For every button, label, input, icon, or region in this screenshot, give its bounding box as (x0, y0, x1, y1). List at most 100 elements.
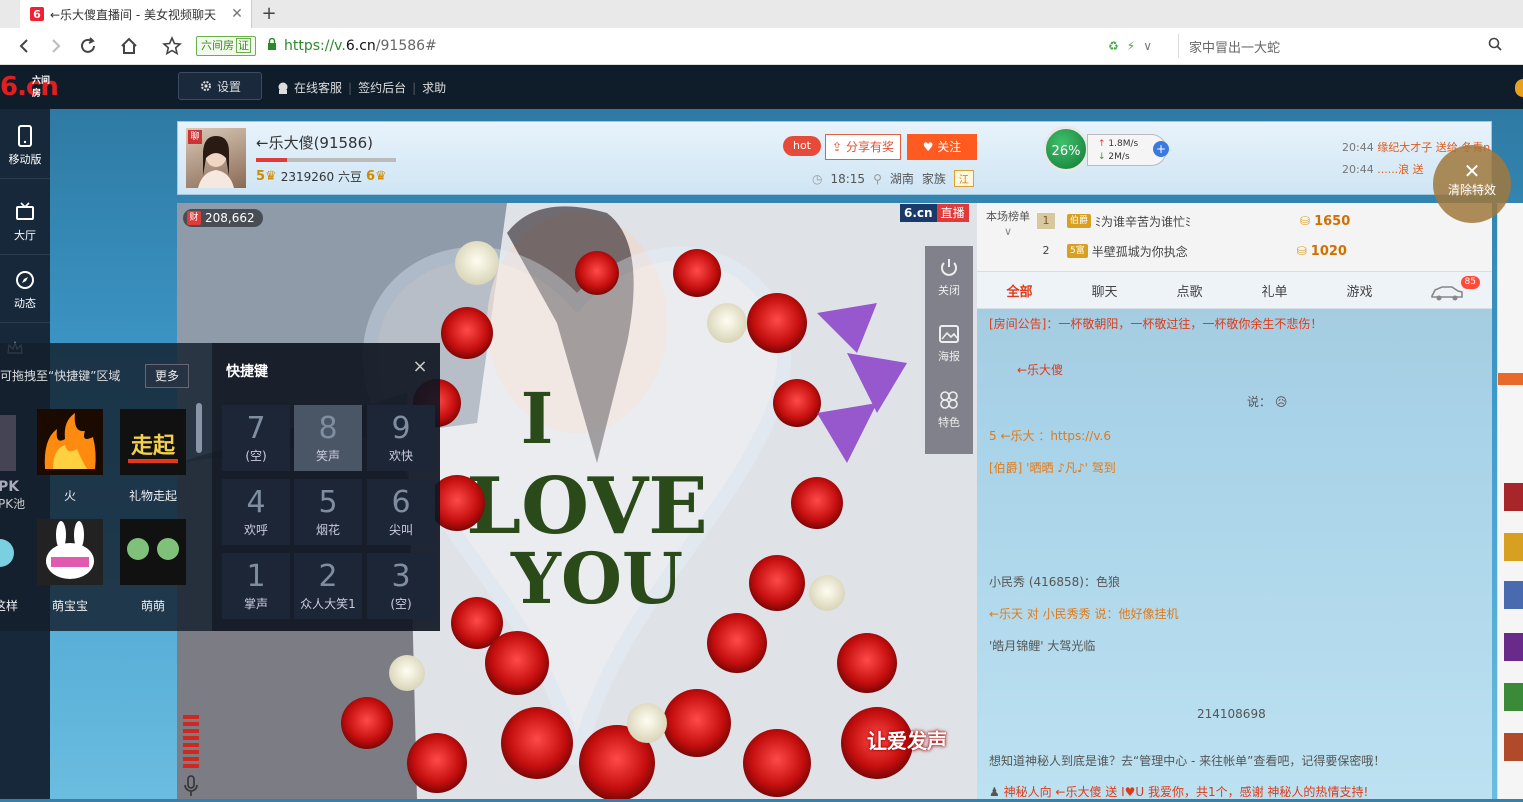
hotkey-digit: 7 (246, 411, 266, 446)
reload-button[interactable] (76, 34, 100, 58)
coin-icon: ⛁ (1300, 214, 1311, 228)
link-online-service[interactable]: 在线客服 (294, 79, 342, 96)
hotkey-1[interactable]: 1 掌声 (222, 553, 290, 619)
search-input[interactable]: 家中冒出一大蛇 (1189, 37, 1280, 56)
compass-icon (16, 271, 34, 289)
rank-row[interactable]: 2 5富 半壁孤城为你执念 ⛁ 1020 (1037, 237, 1477, 265)
gift-item[interactable] (0, 409, 18, 475)
gift-fire[interactable] (37, 409, 103, 475)
tab-close-icon[interactable]: ✕ (229, 6, 245, 22)
home-button[interactable] (117, 34, 141, 58)
gift-cute[interactable] (120, 519, 186, 585)
home-icon (121, 37, 137, 54)
clear-effects-button[interactable]: ✕ 清除特效 (1433, 145, 1511, 223)
gift-label: 萌宝宝 (51, 599, 88, 613)
feature-button[interactable]: 特色 (925, 378, 973, 438)
emoji-icon: 😥 (1274, 395, 1288, 409)
close-icon: ✕ (1463, 159, 1481, 183)
hotkey-6[interactable]: 6 尖叫 (367, 479, 435, 545)
back-arrow-icon (19, 39, 28, 53)
close-video-button[interactable]: 关闭 (925, 246, 973, 306)
hotkey-close-button[interactable]: × (410, 357, 430, 377)
network-speed-widget[interactable]: 26% ↑ 1.8M/s ↓ 2M/s + (1043, 126, 1171, 174)
fire-icon (37, 409, 103, 475)
hotkey-9[interactable]: 9 欢快 (367, 405, 435, 471)
forward-arrow-icon (52, 39, 61, 53)
site-logo[interactable]: 6.cn 六间房 (0, 69, 59, 105)
share-button[interactable]: ⇪ 分享有奖 (825, 134, 901, 160)
bookmark-button[interactable] (160, 34, 184, 58)
link-help[interactable]: 求助 (422, 79, 446, 96)
hotkey-2[interactable]: 2 众人大笑1 (294, 553, 362, 619)
tab-games[interactable]: 游戏 (1317, 281, 1402, 300)
right-panel-strip (1498, 373, 1523, 761)
bunny-icon (37, 519, 103, 585)
anchor-avatar[interactable]: 聊 (186, 128, 246, 188)
gift-message: ♟ 神秘人向 ←乐大傻 送 I♥U 我爱你，共1个，感谢 神秘人的热情支持! (989, 785, 1369, 799)
hotkey-3[interactable]: 3 (空) (367, 553, 435, 619)
rail-item-dynamic[interactable]: 动态 (0, 259, 50, 323)
hotkey-4[interactable]: 4 欢呼 (222, 479, 290, 545)
gift-go[interactable]: 走起 (120, 409, 186, 475)
rail-item-mobile[interactable]: 移动版 (0, 115, 50, 179)
rank-title[interactable]: 本场榜单 ∨ (985, 209, 1031, 239)
follow-button[interactable]: ♥ 关注 (907, 134, 977, 160)
extension-icons: ♻ ⚡ ∨ (1108, 36, 1176, 56)
tab-all[interactable]: 全部 (977, 281, 1062, 300)
rail-item-hall[interactable]: 大厅 (0, 191, 50, 255)
love-voice-badge[interactable]: 让爱发声 (867, 725, 947, 754)
tab-gifts[interactable]: 礼单 (1232, 281, 1317, 300)
search-icon[interactable] (1487, 36, 1503, 52)
lightning-icon[interactable]: ⚡ (1127, 39, 1135, 53)
gift-go-icon: 走起 (120, 409, 186, 475)
clock-icon: ◷ (812, 171, 823, 186)
gift-label: 火 (63, 489, 76, 503)
anchor-level-row: 5♛ 2319260 六豆 6♛ (256, 168, 387, 185)
rank-row[interactable]: 1 伯爵 ﾐ为谁辛苦为谁忙ﾐ ⛁ 1650 (1037, 207, 1477, 235)
gift-item[interactable] (0, 519, 16, 585)
family-tag[interactable]: 江 (953, 170, 974, 187)
car-button[interactable]: 85 (1430, 276, 1480, 301)
gift-baby[interactable] (37, 519, 103, 585)
browser-tab[interactable]: 6 ←乐大傻直播间 - 美女视频聊天 ✕ (20, 0, 252, 28)
hotkey-5[interactable]: 5 烟花 (294, 479, 362, 545)
recycle-icon[interactable]: ♻ (1108, 39, 1119, 53)
browser-search-box[interactable]: 家中冒出一大蛇 (1178, 34, 1509, 58)
gift-label: 这样 (0, 599, 18, 613)
anchor-name[interactable]: ←乐大傻(91586) (256, 132, 373, 153)
hotkey-7[interactable]: 7 (空) (222, 405, 290, 471)
hotkey-8[interactable]: 8 笑声 (294, 405, 362, 471)
right-side-panel (1497, 203, 1523, 799)
lock-icon (268, 38, 276, 50)
hotkey-digit: 9 (391, 411, 411, 446)
hotkey-panel: 快捷键 × 7 (空) 8 笑声 9 欢快 4 欢呼 5 烟花 6 尖叫 1 掌声 2 众人大笑1 3 (空) (212, 343, 440, 631)
tab-songs[interactable]: 点歌 (1147, 281, 1232, 300)
hotkey-title: 快捷键 (226, 364, 268, 380)
drag-gift-panel: 可拖拽至“快捷键”区域 更多 PKPK池 火 走起 礼物走起 这样 萌宝宝 萌萌 (0, 343, 212, 631)
tab-chat[interactable]: 聊天 (1062, 281, 1147, 300)
hot-badge: hot (783, 136, 821, 156)
link-sign-backend[interactable]: 签约后台 (358, 79, 406, 96)
tv-icon (16, 202, 34, 220)
back-button[interactable] (12, 34, 36, 58)
poster-button[interactable]: 海报 (925, 312, 973, 372)
header-edge-badge[interactable] (1515, 79, 1523, 97)
forward-button[interactable] (44, 34, 68, 58)
address-bar: 六间房证 https://v.6.cn/91586# ♻ ⚡ ∨ 家中冒出一大蛇 (0, 28, 1523, 65)
hotkey-digit: 5 (318, 485, 338, 520)
level-crown-right: 6♛ (365, 169, 387, 184)
site-verify-tag[interactable]: 六间房证 (196, 36, 256, 56)
speed-boost-button[interactable]: + (1153, 141, 1169, 157)
gear-icon (200, 81, 211, 91)
more-button[interactable]: 更多 (145, 364, 189, 388)
tab-title: ←乐大傻直播间 - 美女视频聊天 (50, 7, 217, 22)
settings-button[interactable]: 设置 (178, 72, 262, 100)
chevron-down-icon[interactable]: ∨ (1143, 39, 1152, 53)
scrollbar[interactable] (196, 403, 202, 453)
new-tab-button[interactable]: + (258, 3, 280, 25)
url-field[interactable]: https://v.6.cn/91586# (284, 36, 437, 56)
heart-icon: ♥ (922, 140, 934, 154)
microphone-icon[interactable] (181, 775, 201, 797)
live-time: 18:15 (830, 171, 866, 186)
hotkey-label: 掌声 (243, 597, 268, 611)
